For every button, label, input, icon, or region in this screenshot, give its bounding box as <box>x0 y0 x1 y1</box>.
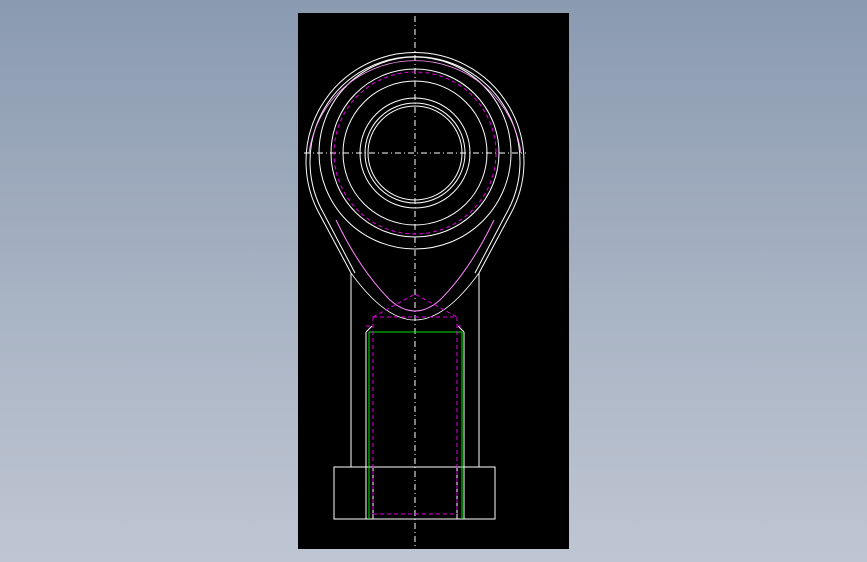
cad-viewport[interactable] <box>0 0 867 562</box>
insert-top-right <box>457 325 465 333</box>
ring-4 <box>359 97 471 209</box>
thread-lines <box>368 331 463 519</box>
rod-end-drawing[interactable] <box>0 0 867 562</box>
outer-edge-pink <box>308 60 522 154</box>
insert-top-left <box>365 325 373 333</box>
